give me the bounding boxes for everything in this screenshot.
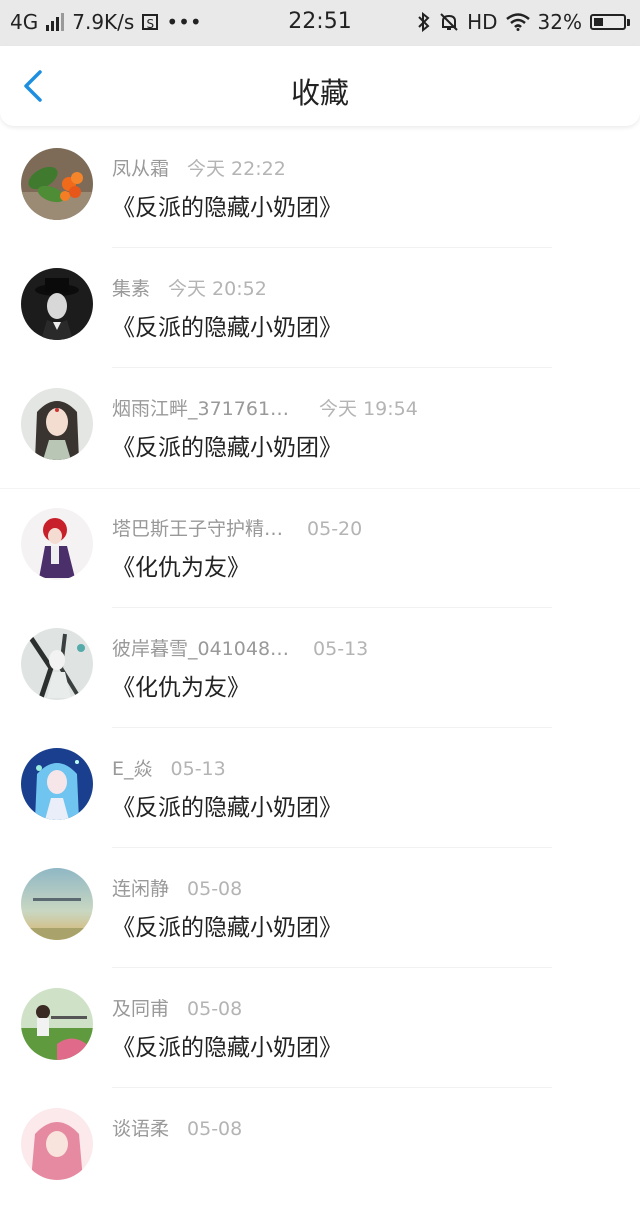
list-item[interactable]: E_焱 05-13 《反派的隐藏小奶团》	[0, 728, 640, 848]
favorites-list: 凤从霜 今天 22:22 《反派的隐藏小奶团》 集素 今天 20:52 《反派的隐藏…	[0, 128, 640, 1208]
list-item[interactable]: 连闲静 05-08 《反派的隐藏小奶团》	[0, 848, 640, 968]
navigation-bar: 收藏	[0, 46, 640, 126]
user-name[interactable]: 谈语柔	[112, 1118, 169, 1140]
timestamp: 05-20	[307, 518, 363, 540]
list-item[interactable]: 谈语柔 05-08	[0, 1088, 640, 1208]
user-meta: 塔巴斯王子守护精… 05-20	[112, 514, 362, 541]
status-bar: 4G 7.9K/s S ••• 22:51 HD 32%	[0, 0, 640, 46]
list-item[interactable]: 烟雨江畔_371761… 今天 19:54 《反派的隐藏小奶团》	[0, 368, 640, 489]
user-meta: 及同甫 05-08	[112, 994, 242, 1021]
avatar[interactable]	[21, 268, 93, 340]
book-title[interactable]: 《反派的隐藏小奶团》	[112, 788, 342, 822]
user-meta: 凤从霜 今天 22:22	[112, 154, 286, 181]
user-name[interactable]: 凤从霜	[112, 158, 169, 180]
wifi-icon	[505, 13, 530, 31]
avatar[interactable]	[21, 748, 93, 820]
avatar[interactable]	[21, 988, 93, 1060]
user-meta: E_焱 05-13	[112, 754, 226, 781]
avatar[interactable]	[21, 868, 93, 940]
book-title[interactable]: 《反派的隐藏小奶团》	[112, 188, 342, 222]
timestamp: 今天 20:52	[168, 278, 267, 300]
list-item[interactable]: 集素 今天 20:52 《反派的隐藏小奶团》	[0, 248, 640, 368]
user-meta: 烟雨江畔_371761… 今天 19:54	[112, 394, 418, 421]
timestamp: 05-08	[187, 878, 243, 900]
battery-percent: 32%	[537, 10, 582, 34]
avatar[interactable]	[21, 388, 93, 460]
user-name[interactable]: 集素	[112, 278, 150, 300]
book-title[interactable]: 《反派的隐藏小奶团》	[112, 308, 342, 342]
user-meta: 连闲静 05-08	[112, 874, 242, 901]
timestamp: 今天 22:22	[187, 158, 286, 180]
book-title[interactable]: 《反派的隐藏小奶团》	[112, 1028, 342, 1062]
book-title[interactable]: 《反派的隐藏小奶团》	[112, 908, 342, 942]
timestamp: 05-08	[187, 1118, 243, 1140]
user-name[interactable]: 连闲静	[112, 878, 169, 900]
avatar[interactable]	[21, 508, 93, 580]
battery-icon	[590, 14, 630, 30]
hd-label: HD	[467, 10, 498, 34]
book-title[interactable]: 《化仇为友》	[112, 668, 250, 702]
list-item[interactable]: 塔巴斯王子守护精… 05-20 《化仇为友》	[0, 488, 640, 608]
user-meta: 集素 今天 20:52	[112, 274, 267, 301]
timestamp: 05-13	[170, 758, 226, 780]
avatar[interactable]	[21, 1108, 93, 1180]
book-title[interactable]: 《反派的隐藏小奶团》	[112, 428, 342, 462]
user-meta: 谈语柔 05-08	[112, 1114, 242, 1141]
timestamp: 05-13	[313, 638, 369, 660]
status-right: HD 32%	[417, 10, 630, 34]
page-title: 收藏	[290, 76, 349, 110]
book-title[interactable]: 《化仇为友》	[112, 548, 250, 582]
user-name[interactable]: 及同甫	[112, 998, 169, 1020]
user-name[interactable]: 烟雨江畔_371761…	[112, 398, 289, 420]
list-item[interactable]: 彼岸暮雪_041048… 05-13 《化仇为友》	[0, 608, 640, 728]
list-item[interactable]: 凤从霜 今天 22:22 《反派的隐藏小奶团》	[0, 128, 640, 248]
timestamp: 今天 19:54	[319, 398, 418, 420]
mute-bell-icon	[440, 13, 458, 31]
user-name[interactable]: 塔巴斯王子守护精…	[112, 518, 283, 540]
bluetooth-icon	[418, 12, 430, 32]
user-name[interactable]: 彼岸暮雪_041048…	[112, 638, 289, 660]
user-meta: 彼岸暮雪_041048… 05-13	[112, 634, 368, 661]
timestamp: 05-08	[187, 998, 243, 1020]
user-name[interactable]: E_焱	[112, 758, 153, 780]
avatar[interactable]	[21, 148, 93, 220]
list-item[interactable]: 及同甫 05-08 《反派的隐藏小奶团》	[0, 968, 640, 1088]
avatar[interactable]	[21, 628, 93, 700]
